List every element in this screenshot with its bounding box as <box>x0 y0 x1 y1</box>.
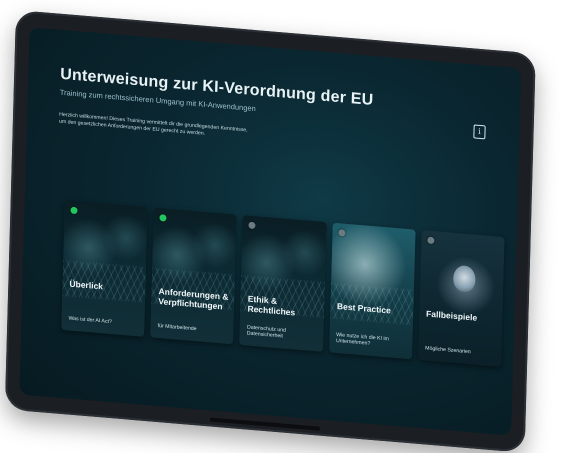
intro-text: Herzlich willkommen! Dieses Training ver… <box>58 111 248 137</box>
module-subtitle: Mögliche Szenarien <box>425 345 471 356</box>
module-subtitle: für Mitarbeitende <box>157 323 197 333</box>
info-icon[interactable]: i <box>473 124 486 140</box>
app-screen: Unterweisung zur KI-Verordnung der EU Tr… <box>19 27 522 436</box>
tablet-device: Unterweisung zur KI-Verordnung der EU Tr… <box>4 10 536 453</box>
status-completed-icon <box>70 206 78 215</box>
module-subtitle: Was ist der AI Act? <box>68 315 112 326</box>
module-card-case-studies[interactable]: Fallbeispiele Mögliche Szenarien <box>417 230 505 367</box>
module-title: Fallbeispiele <box>425 308 478 323</box>
module-card-best-practice[interactable]: Best Practice Wie nutze ich die KI im Un… <box>328 222 416 360</box>
module-subtitle: Datenschutz und Datensicherheit <box>246 324 287 340</box>
module-subtitle: Wie nutze ich die KI im Unternehmen? <box>335 331 389 348</box>
module-card-requirements[interactable]: Anforderungen & Verpflichtungen für Mita… <box>150 207 238 345</box>
status-completed-icon <box>159 214 167 222</box>
module-cards: Überlick Was ist der AI Act? Anforderung… <box>61 200 505 377</box>
status-open-icon <box>337 229 346 237</box>
robot-illustration <box>453 264 476 293</box>
module-card-ethics[interactable]: Ethik & Rechtliches Datenschutz und Date… <box>239 215 327 352</box>
status-open-icon <box>427 236 435 245</box>
status-open-icon <box>248 221 256 230</box>
module-card-overview[interactable]: Überlick Was ist der AI Act? <box>61 200 148 337</box>
